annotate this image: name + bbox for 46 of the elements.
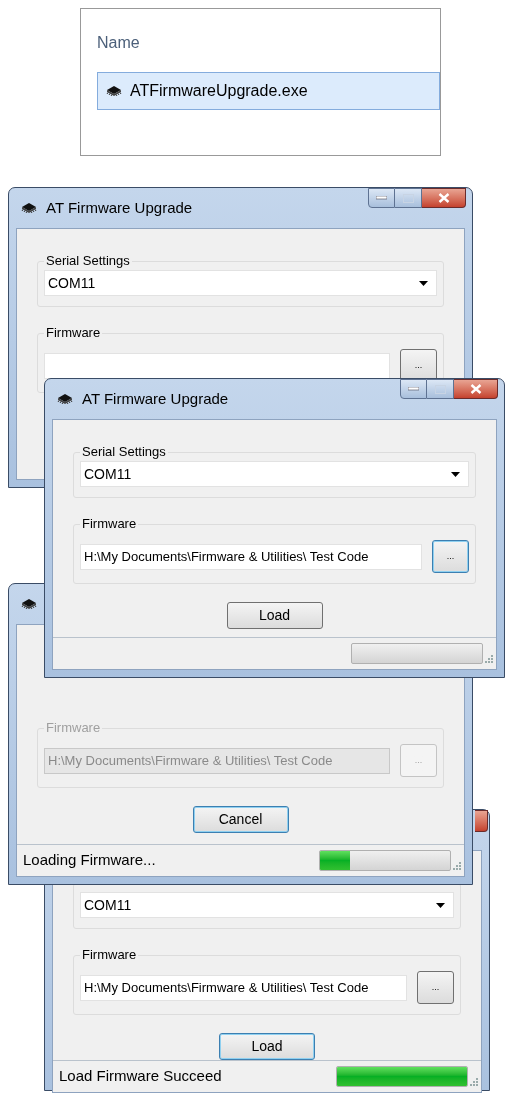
close-icon [469, 384, 482, 394]
action-button[interactable]: Load [226, 602, 323, 629]
group-label: Firmware [82, 516, 137, 531]
group-label: Firmware [46, 720, 101, 735]
group-label: Serial Settings [82, 444, 166, 459]
file-row[interactable]: ATFirmwareUpgrade.exe [97, 72, 440, 110]
close-button[interactable] [454, 379, 498, 399]
firmware-path-field[interactable]: H:\My Documents\Firmware & Utilities\ Test Code [80, 543, 422, 570]
minimize-icon [408, 387, 419, 391]
maximize-button[interactable] [427, 379, 454, 399]
group-label: Firmware [82, 947, 137, 962]
action-button[interactable]: Cancel [192, 806, 289, 833]
firmware-path-field[interactable] [44, 352, 390, 379]
dropdown-arrow-icon [451, 471, 460, 477]
resize-grip-icon[interactable] [485, 655, 494, 664]
browse-button[interactable]: ... [417, 971, 454, 1004]
status-text: Loading Firmware... [23, 850, 156, 871]
maximize-icon [402, 193, 414, 203]
action-button[interactable]: Load [219, 1033, 315, 1060]
window-title: AT Firmware Upgrade [82, 388, 229, 409]
minimize-button[interactable] [400, 379, 427, 399]
minimize-button[interactable] [368, 188, 395, 208]
dropdown-arrow-icon [436, 902, 445, 908]
window-title: AT Firmware Upgrade [46, 197, 193, 218]
chip-icon [55, 392, 75, 406]
status-text: Load Firmware Succeed [59, 1066, 222, 1087]
minimize-icon [376, 196, 387, 200]
chip-icon [104, 84, 124, 98]
column-header[interactable]: Name [97, 31, 140, 55]
group-label: Firmware [46, 325, 101, 340]
browse-button[interactable]: ... [432, 540, 469, 573]
port-dropdown[interactable]: COM11 [80, 461, 469, 487]
port-dropdown[interactable]: COM11 [80, 892, 454, 918]
port-dropdown[interactable]: COM11 [44, 270, 437, 296]
chip-icon [19, 597, 39, 611]
close-button[interactable] [422, 188, 466, 208]
group-label: Serial Settings [46, 253, 130, 268]
firmware-path-field[interactable]: H:\My Documents\Firmware & Utilities\ Test Code [80, 974, 407, 1001]
chip-icon [19, 201, 39, 215]
close-button[interactable] [475, 810, 488, 832]
resize-grip-icon[interactable] [470, 1078, 479, 1087]
dropdown-arrow-icon [419, 280, 428, 286]
maximize-button[interactable] [395, 188, 422, 208]
maximize-icon [434, 384, 446, 394]
close-icon [437, 193, 450, 203]
resize-grip-icon[interactable] [453, 862, 462, 871]
